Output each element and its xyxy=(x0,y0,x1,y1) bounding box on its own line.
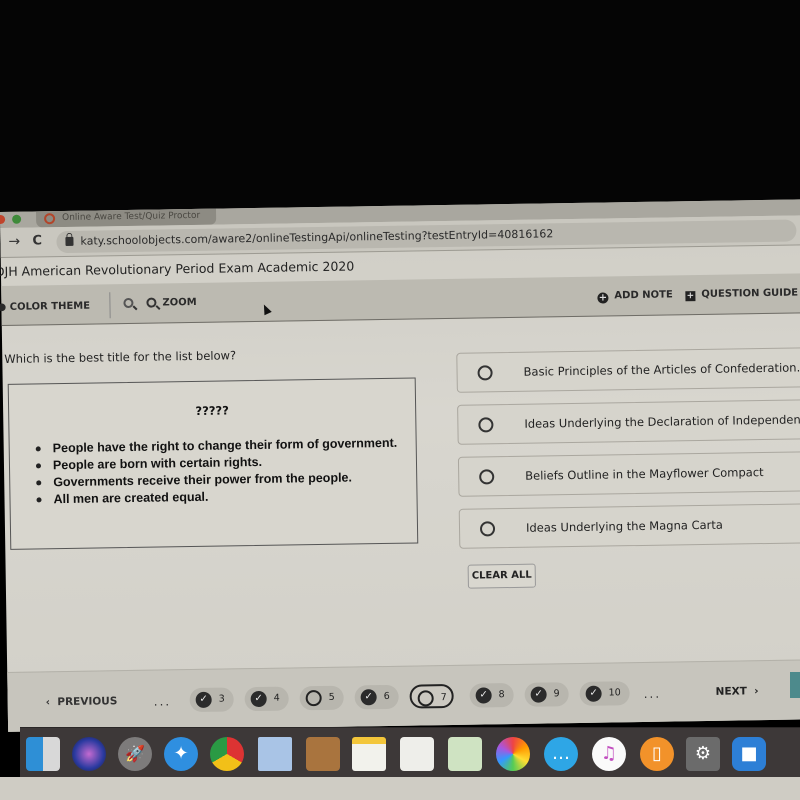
answer-option-d[interactable]: Ideas Underlying the Magna Carta xyxy=(458,503,800,549)
exam-title: DJH American Revolutionary Period Exam A… xyxy=(0,258,355,280)
radio-button[interactable] xyxy=(478,417,494,433)
zoom-in-icon xyxy=(146,297,157,308)
passage-title: ????? xyxy=(195,403,229,418)
chevron-right-icon: › xyxy=(746,685,759,698)
zoom-label: ZOOM xyxy=(162,296,197,309)
tab-title: Online Aware Test/Quiz Proctor xyxy=(62,210,201,224)
radio-button[interactable] xyxy=(477,365,493,381)
launchpad-icon[interactable]: 🚀 xyxy=(118,737,152,771)
zoom-out-icon[interactable] xyxy=(123,297,134,309)
page-button-9[interactable]: ✓ 9 xyxy=(524,682,569,707)
option-label: Ideas Underlying the Magna Carta xyxy=(525,517,723,535)
palette-icon: ● xyxy=(0,301,7,314)
maps-icon[interactable] xyxy=(448,737,482,771)
option-label: Beliefs Outline in the Mayflower Compact xyxy=(525,465,764,483)
question-guide-label: QUESTION GUIDE xyxy=(701,287,799,300)
answered-check-icon: ✓ xyxy=(530,686,547,703)
exam-toolbar: ● COLOR THEME ZOOM + ADD NOTE + QUESTION G… xyxy=(0,273,800,326)
page-button-8[interactable]: ✓ 8 xyxy=(469,682,514,708)
lock-icon xyxy=(65,236,74,246)
page-number: 4 xyxy=(273,692,280,704)
passage-box: ????? People have the right to change th… xyxy=(7,377,419,550)
safari-icon[interactable]: ✦ xyxy=(164,737,198,771)
pagination-bar: ‹ PREVIOUS ... ✓ 3 ✓ 4 5 ✓ 6 7 ✓ 8 ✓ 9 ✓… xyxy=(7,659,800,732)
unanswered-circle-icon xyxy=(305,690,322,707)
option-label: Basic Principles of the Articles of Conf… xyxy=(523,360,800,379)
siri-icon[interactable] xyxy=(72,737,106,771)
url-bar[interactable]: katy.schoolobjects.com/aware2/onlineTest… xyxy=(56,219,797,254)
question-prompt: Which is the best title for the list bel… xyxy=(4,348,237,366)
chevron-left-icon: ‹ xyxy=(45,696,58,709)
scroll-edge xyxy=(790,672,800,698)
url-text: katy.schoolobjects.com/aware2/onlineTest… xyxy=(80,227,554,248)
laptop-bezel xyxy=(0,777,800,800)
option-label: Ideas Underlying the Declaration of Inde… xyxy=(524,412,800,431)
clear-all-button[interactable]: CLEAR ALL xyxy=(467,563,536,589)
radio-button[interactable] xyxy=(479,469,495,485)
system-preferences-icon[interactable]: ⚙ xyxy=(686,737,720,771)
page-number: 6 xyxy=(383,690,390,703)
color-theme-button[interactable]: ● COLOR THEME xyxy=(0,301,90,313)
question-guide-button[interactable]: + QUESTION GUIDE xyxy=(685,287,799,302)
toolbar-divider xyxy=(109,292,111,319)
add-note-label: ADD NOTE xyxy=(614,289,673,302)
photo-dark-area xyxy=(0,0,800,212)
passage-list: People have the right to change their fo… xyxy=(36,435,399,509)
pagination-ellipsis[interactable]: ... xyxy=(154,694,172,708)
itunes-icon[interactable]: ♫ xyxy=(592,737,626,771)
macos-dock: 🚀 ✦ … ♫ ▯ ⚙ ■ xyxy=(20,727,800,777)
maximize-window-icon[interactable] xyxy=(12,214,22,224)
page-number: 10 xyxy=(608,687,621,699)
books-icon[interactable]: ▯ xyxy=(640,737,674,771)
photos-icon[interactable] xyxy=(496,737,530,771)
answer-option-b[interactable]: Ideas Underlying the Declaration of Inde… xyxy=(457,399,800,445)
answer-option-a[interactable]: Basic Principles of the Articles of Conf… xyxy=(456,347,800,393)
messages-icon[interactable]: … xyxy=(544,737,578,771)
page-button-4[interactable]: ✓ 4 xyxy=(244,686,289,712)
answer-option-c[interactable]: Beliefs Outline in the Mayflower Compact xyxy=(457,451,800,497)
zoom-app-icon[interactable]: ■ xyxy=(732,737,766,771)
page-button-10[interactable]: ✓ 10 xyxy=(579,681,630,706)
contacts-icon[interactable] xyxy=(306,737,340,771)
notes-icon[interactable] xyxy=(352,737,386,771)
page-button-3[interactable]: ✓ 3 xyxy=(189,687,234,713)
mail-icon[interactable] xyxy=(258,737,292,771)
answered-check-icon: ✓ xyxy=(250,690,267,708)
next-button[interactable]: NEXT › xyxy=(716,685,759,698)
tab-favicon-icon xyxy=(44,213,56,225)
add-note-icon: + xyxy=(597,292,609,304)
previous-button[interactable]: ‹ PREVIOUS xyxy=(46,695,118,708)
chrome-icon[interactable] xyxy=(210,737,244,771)
answered-check-icon: ✓ xyxy=(360,689,377,706)
next-label: NEXT xyxy=(715,685,747,698)
unanswered-circle-icon xyxy=(417,690,434,707)
page-number: 3 xyxy=(218,693,225,705)
page-button-7-current[interactable]: 7 xyxy=(409,683,454,709)
reload-button[interactable]: C xyxy=(32,233,42,248)
zoom-in-button[interactable]: ZOOM xyxy=(146,296,197,309)
page-button-6[interactable]: ✓ 6 xyxy=(354,684,399,710)
previous-label: PREVIOUS xyxy=(57,695,118,709)
question-guide-icon: + xyxy=(685,291,696,302)
close-window-icon[interactable] xyxy=(0,214,6,225)
forward-button[interactable]: → xyxy=(8,234,20,250)
page-number: 8 xyxy=(498,689,505,701)
reminders-icon[interactable] xyxy=(400,737,434,771)
browser-window: Online Aware Test/Quiz Proctor → C katy.… xyxy=(0,199,800,732)
page-number: 5 xyxy=(328,691,335,703)
add-note-button[interactable]: + ADD NOTE xyxy=(597,289,673,304)
page-button-5[interactable]: 5 xyxy=(299,685,344,711)
answered-check-icon: ✓ xyxy=(475,687,492,704)
color-theme-label: COLOR THEME xyxy=(9,300,91,313)
pagination-ellipsis[interactable]: ... xyxy=(644,687,662,701)
finder-icon[interactable] xyxy=(26,737,60,771)
answered-check-icon: ✓ xyxy=(195,691,212,708)
page-number: 7 xyxy=(440,692,447,704)
radio-button[interactable] xyxy=(479,521,496,537)
answered-check-icon: ✓ xyxy=(585,685,602,702)
page-number: 9 xyxy=(553,688,560,700)
